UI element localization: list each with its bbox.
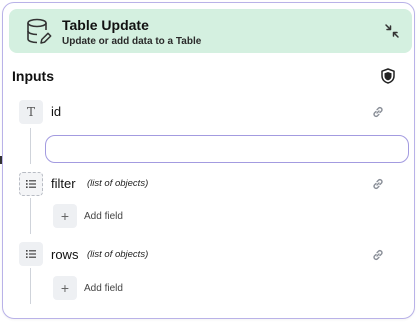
list-glyph <box>26 180 36 188</box>
database-edit-icon <box>27 18 52 44</box>
field-connector-line <box>30 268 31 304</box>
list-icon <box>19 172 43 196</box>
table-update-node[interactable]: Table Update Update or add data to a Tab… <box>2 2 415 319</box>
add-field-label-rows[interactable]: Add field <box>84 283 123 294</box>
text-type-icon: T <box>19 100 43 124</box>
node-subtitle: Update or add data to a Table <box>62 36 202 47</box>
link-icon[interactable] <box>371 105 385 119</box>
add-field-label-filter[interactable]: Add field <box>84 211 123 222</box>
field-label-filter: filter <box>51 176 76 191</box>
collapse-arrows-icon[interactable] <box>384 23 400 39</box>
list-icon <box>19 242 43 266</box>
field-label-id: id <box>51 104 62 119</box>
link-icon[interactable] <box>371 248 385 262</box>
list-glyph <box>26 250 36 258</box>
node-title: Table Update <box>62 17 149 33</box>
inputs-section-title: Inputs <box>12 68 54 84</box>
field-connector-line <box>30 198 31 234</box>
field-label-rows: rows <box>51 247 79 262</box>
link-icon[interactable] <box>371 177 385 191</box>
shield-icon[interactable] <box>381 68 395 84</box>
id-input[interactable] <box>45 135 409 163</box>
field-type-filter: (list of objects) <box>87 178 149 189</box>
add-field-button-rows[interactable]: + <box>53 276 77 300</box>
add-field-button-filter[interactable]: + <box>53 204 77 228</box>
field-connector-line <box>30 128 31 164</box>
node-header: Table Update Update or add data to a Tab… <box>9 9 412 53</box>
field-type-rows: (list of objects) <box>87 249 149 260</box>
